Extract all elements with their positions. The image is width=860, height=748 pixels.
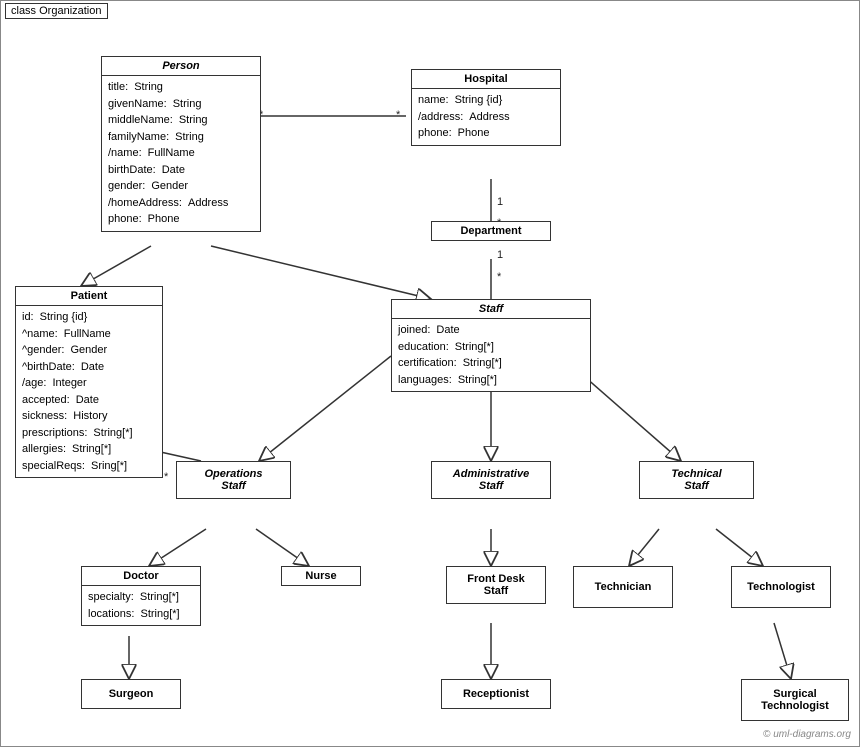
operations-staff-title: OperationsStaff <box>177 462 290 498</box>
mult-hospital-dept-1: 1 <box>497 196 503 208</box>
doctor-attrs: specialty:String[*] locations:String[*] <box>82 586 200 625</box>
receptionist-box: Receptionist <box>441 679 551 709</box>
mult-hospital-star: * <box>396 109 400 121</box>
surgical-technologist-title: SurgicalTechnologist <box>742 680 848 720</box>
mult-patient-ops-star: * <box>164 471 168 483</box>
doctor-title: Doctor <box>82 567 200 586</box>
person-box: Person title:String givenName:String mid… <box>101 56 261 232</box>
receptionist-title: Receptionist <box>442 680 550 708</box>
watermark: © uml-diagrams.org <box>763 729 851 740</box>
technologist-title: Technologist <box>732 567 830 607</box>
hospital-box: Hospital name:String {id} /address:Addre… <box>411 69 561 146</box>
doctor-box: Doctor specialty:String[*] locations:Str… <box>81 566 201 626</box>
mult-dept-staff-star: * <box>497 271 501 283</box>
department-title: Department <box>432 222 550 240</box>
surgical-technologist-box: SurgicalTechnologist <box>741 679 849 721</box>
surgeon-box: Surgeon <box>81 679 181 709</box>
mult-dept-staff-1: 1 <box>497 249 503 261</box>
diagram-title: class Organization <box>5 3 108 19</box>
nurse-title: Nurse <box>282 567 360 585</box>
person-attrs: title:String givenName:String middleName… <box>102 76 260 231</box>
department-box: Department <box>431 221 551 241</box>
technician-box: Technician <box>573 566 673 608</box>
surgeon-title: Surgeon <box>82 680 180 708</box>
staff-box: Staff joined:Date education:String[*] ce… <box>391 299 591 392</box>
nurse-box: Nurse <box>281 566 361 586</box>
front-desk-staff-title: Front DeskStaff <box>447 567 545 603</box>
front-desk-staff-box: Front DeskStaff <box>446 566 546 604</box>
hospital-title: Hospital <box>412 70 560 89</box>
operations-staff-box: OperationsStaff <box>176 461 291 499</box>
technologist-box: Technologist <box>731 566 831 608</box>
technical-staff-title: TechnicalStaff <box>640 462 753 498</box>
diagram: class Organization <box>0 0 860 747</box>
patient-box: Patient id:String {id} ^name:FullName ^g… <box>15 286 163 478</box>
staff-title: Staff <box>392 300 590 319</box>
technical-staff-box: TechnicalStaff <box>639 461 754 499</box>
hospital-attrs: name:String {id} /address:Address phone:… <box>412 89 560 145</box>
technician-title: Technician <box>574 567 672 607</box>
administrative-staff-box: AdministrativeStaff <box>431 461 551 499</box>
person-title: Person <box>102 57 260 76</box>
administrative-staff-title: AdministrativeStaff <box>432 462 550 498</box>
patient-attrs: id:String {id} ^name:FullName ^gender:Ge… <box>16 306 162 477</box>
staff-attrs: joined:Date education:String[*] certific… <box>392 319 590 391</box>
patient-title: Patient <box>16 287 162 306</box>
